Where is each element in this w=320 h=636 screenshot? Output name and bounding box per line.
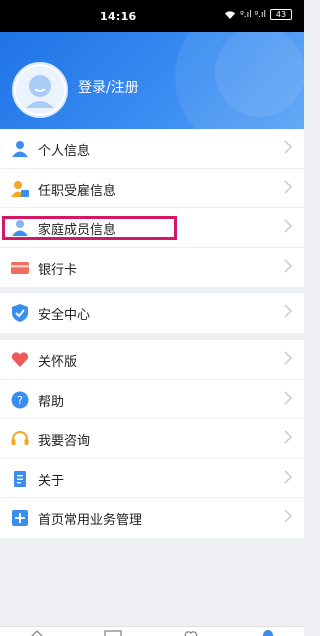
menu-group-account: 个人信息 任职受雇信息 家庭成员信息 银行卡: [0, 129, 304, 288]
help-icon: ?: [11, 391, 29, 409]
menu-item-personal-info[interactable]: 个人信息: [0, 129, 304, 169]
bottom-nav-bar: [0, 626, 304, 636]
chevron-right-icon: [284, 509, 292, 523]
person-icon: [12, 141, 28, 157]
menu-item-care-mode[interactable]: 关怀版: [0, 340, 304, 380]
menu-group-security: 安全中心: [0, 293, 304, 333]
wifi-icon: [225, 10, 236, 19]
status-icons: ᵍ.ıl ᵍ.ıl 43: [224, 9, 292, 20]
chevron-right-icon: [284, 219, 292, 233]
menu-group-support: 关怀版 ? 帮助 我要咨询 关于 首页常用业务管理: [0, 340, 304, 538]
heart-icon: [11, 352, 29, 367]
menu-item-employment-info[interactable]: 任职受雇信息: [0, 169, 304, 209]
chevron-right-icon: [284, 351, 292, 365]
grid-manage-icon: [12, 510, 28, 527]
menu-item-label: 关怀版: [38, 355, 78, 370]
bank-card-icon: [11, 261, 29, 274]
chevron-right-icon: [284, 391, 292, 405]
profile-header: 登录/注册: [0, 32, 304, 132]
avatar[interactable]: [12, 62, 68, 118]
menu-item-label: 我要咨询: [38, 434, 91, 450]
login-register-link[interactable]: 登录/注册: [78, 77, 139, 97]
svg-text:?: ?: [17, 394, 23, 407]
battery-icon: 43: [270, 9, 292, 20]
chevron-right-icon: [284, 259, 292, 273]
employee-badge-icon: [11, 180, 29, 197]
default-avatar-icon: [16, 66, 64, 114]
menu-item-label: 首页常用业务管理: [38, 513, 143, 529]
status-time: 14:16: [100, 10, 137, 23]
menu-item-bank-card[interactable]: 银行卡: [0, 248, 304, 288]
document-icon: [14, 470, 26, 487]
chevron-right-icon: [284, 140, 292, 154]
menu-item-label: 个人信息: [38, 144, 91, 159]
chevron-right-icon: [284, 470, 292, 484]
menu-item-label: 银行卡: [38, 262, 78, 278]
highlight-box: [2, 216, 177, 240]
menu-item-about[interactable]: 关于: [0, 459, 304, 499]
menu-item-consult[interactable]: 我要咨询: [0, 419, 304, 459]
chevron-right-icon: [284, 430, 292, 444]
signal-indicator: ᵍ.ıl ᵍ.ıl: [240, 9, 266, 20]
mine-tab-icon[interactable]: [262, 629, 274, 636]
headset-icon: [11, 431, 29, 446]
menu-item-label: 帮助: [38, 394, 65, 410]
home-tab-icon[interactable]: [30, 630, 44, 636]
menu-item-label: 安全中心: [38, 308, 91, 323]
chevron-right-icon: [284, 180, 292, 194]
menu-item-help[interactable]: ? 帮助: [0, 380, 304, 420]
service-tab-icon[interactable]: [104, 630, 122, 636]
shield-icon: [12, 304, 28, 322]
chevron-right-icon: [284, 304, 292, 318]
menu-item-label: 关于: [38, 473, 65, 489]
menu-item-home-business-manage[interactable]: 首页常用业务管理: [0, 498, 304, 538]
menu-item-label: 任职受雇信息: [38, 183, 117, 199]
menu-item-security-center[interactable]: 安全中心: [0, 293, 304, 333]
status-bar: 14:16 ᵍ.ıl ᵍ.ıl 43: [0, 0, 304, 32]
favorite-tab-icon[interactable]: [184, 630, 198, 636]
